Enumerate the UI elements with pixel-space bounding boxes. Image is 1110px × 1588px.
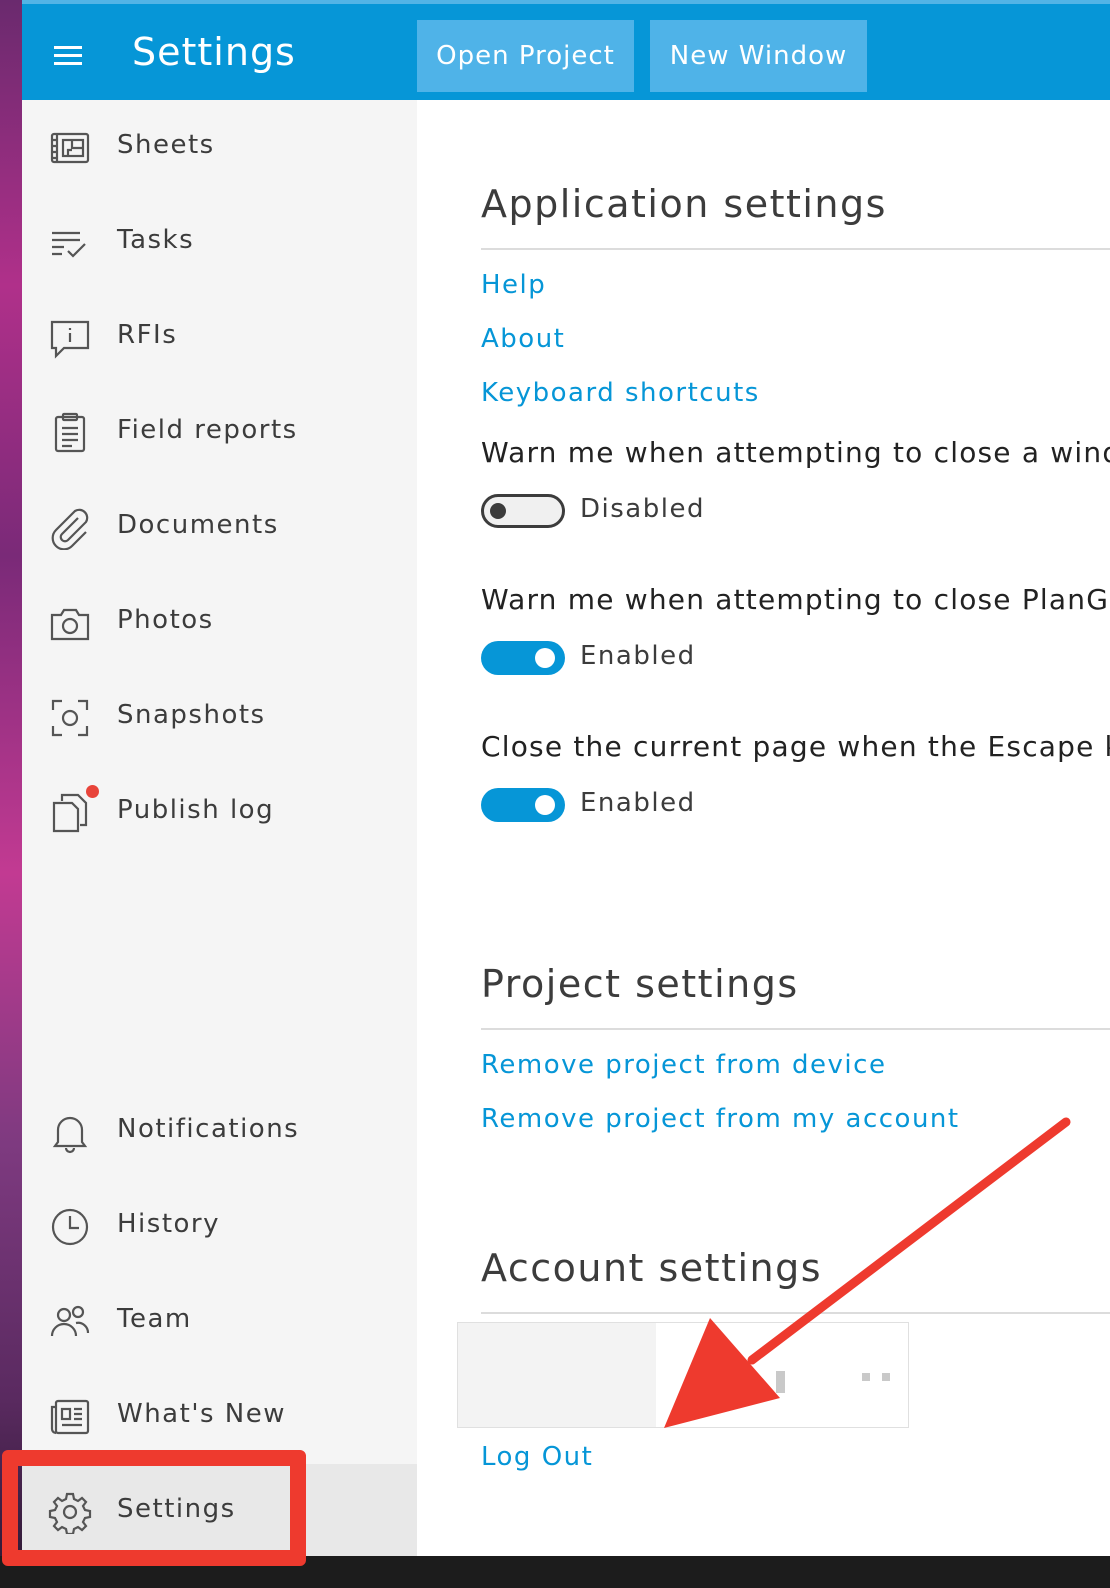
redacted-text <box>776 1371 785 1393</box>
toggle-state-label: Enabled <box>580 641 696 671</box>
help-link[interactable]: Help <box>481 270 546 300</box>
escape-close-page-toggle[interactable] <box>481 788 565 822</box>
warn-close-app-label: Warn me when attempting to close PlanG <box>481 583 1110 616</box>
sidebar-item-tasks[interactable]: Tasks <box>22 195 417 290</box>
desktop-background <box>0 0 22 1588</box>
sidebar-item-label: Publish log <box>117 795 275 825</box>
divider <box>481 1028 1110 1030</box>
people-icon <box>48 1300 92 1344</box>
sidebar-item-label: Sheets <box>117 130 215 160</box>
sidebar-item-label: Tasks <box>117 225 195 255</box>
sidebar-item-label: Snapshots <box>117 700 266 730</box>
copy-icon <box>48 791 92 835</box>
escape-close-page-label: Close the current page when the Escape k <box>481 730 1110 763</box>
paperclip-icon <box>48 506 92 551</box>
avatar <box>458 1323 656 1427</box>
sidebar-item-team[interactable]: Team <box>22 1274 417 1369</box>
sidebar-item-label: Team <box>117 1304 192 1334</box>
sidebar-item-documents[interactable]: Documents <box>22 480 417 575</box>
warn-close-window-toggle[interactable] <box>481 494 565 528</box>
camera-icon <box>48 601 92 645</box>
bell-icon <box>48 1110 92 1154</box>
sidebar-item-label: Field reports <box>117 415 298 445</box>
sheets-icon <box>48 126 92 170</box>
settings-panel: Application settings Help About Keyboard… <box>417 100 1110 1556</box>
notification-dot <box>86 785 99 798</box>
page-title: Settings <box>132 30 296 74</box>
toggle-state-label: Disabled <box>580 494 705 524</box>
sidebar-item-field-reports[interactable]: Field reports <box>22 385 417 480</box>
sidebar-item-label: What's New <box>117 1399 286 1429</box>
sidebar-item-label: Notifications <box>117 1114 300 1144</box>
sidebar-item-photos[interactable]: Photos <box>22 575 417 670</box>
divider <box>481 248 1110 250</box>
sidebar-item-label: History <box>117 1209 220 1239</box>
clock-icon <box>48 1205 92 1249</box>
toggle-state-label: Enabled <box>580 788 696 818</box>
redacted-text <box>882 1373 890 1381</box>
divider <box>481 1312 1110 1314</box>
account-card <box>457 1322 909 1428</box>
application-settings-heading: Application settings <box>481 182 887 226</box>
remove-project-account-link[interactable]: Remove project from my account <box>481 1104 960 1134</box>
newspaper-icon <box>48 1395 92 1439</box>
rfi-icon <box>48 316 92 360</box>
sidebar-item-label: Photos <box>117 605 214 635</box>
redacted-text <box>862 1373 870 1381</box>
tasks-icon <box>48 221 92 265</box>
clipboard-icon <box>48 411 92 455</box>
app-window: Settings Open Project New Window Sheets <box>22 0 1110 1556</box>
header-bar: Settings Open Project New Window <box>22 0 1110 100</box>
project-settings-heading: Project settings <box>481 962 799 1006</box>
about-link[interactable]: About <box>481 324 565 354</box>
annotation-highlight-box <box>2 1450 306 1566</box>
sidebar-item-publish-log[interactable]: Publish log <box>22 765 417 860</box>
sidebar-item-rfis[interactable]: RFIs <box>22 290 417 385</box>
sidebar: Sheets Tasks RFIs Field reports Document… <box>22 100 417 1556</box>
sidebar-item-notifications[interactable]: Notifications <box>22 1084 417 1179</box>
log-out-link[interactable]: Log Out <box>481 1442 593 1472</box>
warn-close-app-toggle[interactable] <box>481 641 565 675</box>
snapshot-icon <box>48 696 92 740</box>
account-settings-heading: Account settings <box>481 1246 823 1290</box>
sidebar-item-sheets[interactable]: Sheets <box>22 100 417 195</box>
sidebar-item-label: RFIs <box>117 320 178 350</box>
hamburger-menu-icon[interactable] <box>52 42 86 68</box>
sidebar-item-history[interactable]: History <box>22 1179 417 1274</box>
warn-close-window-label: Warn me when attempting to close a wind <box>481 436 1110 469</box>
new-window-button[interactable]: New Window <box>650 20 867 92</box>
keyboard-shortcuts-link[interactable]: Keyboard shortcuts <box>481 378 760 408</box>
sidebar-item-label: Documents <box>117 510 279 540</box>
open-project-button[interactable]: Open Project <box>417 20 634 92</box>
sidebar-item-snapshots[interactable]: Snapshots <box>22 670 417 765</box>
remove-project-device-link[interactable]: Remove project from device <box>481 1050 886 1080</box>
